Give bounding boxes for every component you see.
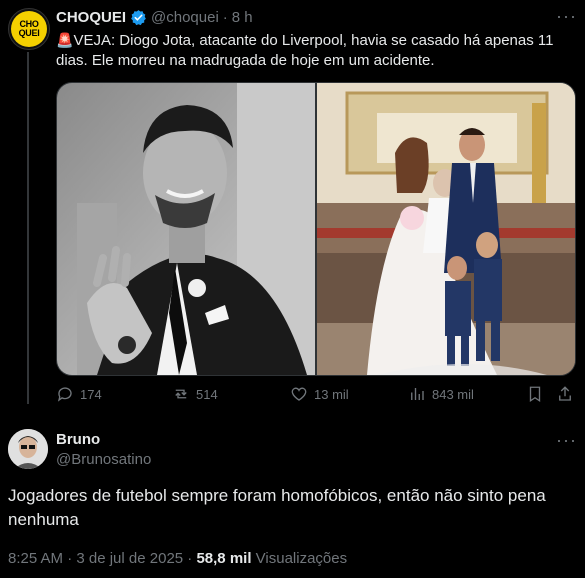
bookmark-icon [529,386,541,403]
like-action[interactable]: 13 mil [290,385,349,403]
reply-timestamp[interactable]: 8:25 AM · 3 de jul de 2025 · [8,550,196,567]
wedding-illustration [317,83,575,375]
repost-icon [175,389,187,399]
thread-connector-line [27,52,29,404]
reply-icon [57,387,72,402]
tweet-time[interactable]: 8 h [232,9,253,26]
reply-count: 174 [80,386,102,402]
reply-author-handle[interactable]: @Brunosatino [56,451,151,468]
like-count: 13 mil [314,386,349,402]
views-action[interactable]: 843 mil [408,385,474,403]
tweet-text: 🚨VEJA: Diogo Jota, atacante do Liverpool… [56,30,566,71]
tweet-body: VEJA: Diogo Jota, atacante do Liverpool,… [56,32,554,69]
reply-views-count: 58,8 mil [196,550,252,567]
reply-action[interactable]: 174 [56,385,102,403]
photo-portrait-bw[interactable] [57,83,315,375]
repost-count: 514 [196,386,218,402]
share-icon [559,386,571,401]
reply-text: Jogadores de futebol sempre foram homofó… [8,486,546,529]
tweet-header: CHOQUEI @choquei · 8 h [56,9,253,26]
reply-views-label: Visualizações [251,550,348,567]
avatar-choquei[interactable]: CHO QUEI [8,8,50,50]
more-icon[interactable]: ··· [556,6,577,27]
choquei-logo: CHO QUEI [11,11,47,47]
bookmark-action[interactable] [526,385,544,403]
like-icon [291,387,307,401]
tweet-actions: 174 514 13 mil 843 mil [56,385,574,407]
reply-footer: 8:25 AM · 3 de jul de 2025 · 58,8 mil Vi… [8,550,347,567]
header-separator: · [222,9,228,26]
share-action[interactable] [556,385,574,403]
reply-author-name[interactable]: Bruno [56,431,100,449]
photo-wedding-family[interactable] [317,83,575,375]
author-handle[interactable]: @choquei [151,9,219,26]
siren-emoji-icon: 🚨 [56,32,74,48]
verified-badge-icon [131,10,146,26]
views-icon [411,388,424,400]
portrait-illustration [57,83,315,375]
author-name[interactable]: CHOQUEI [56,9,126,26]
repost-action[interactable]: 514 [172,385,218,403]
tweet-media[interactable] [56,82,576,376]
avatar-bruno[interactable] [8,429,48,469]
reply-more-icon[interactable]: ··· [556,430,577,451]
bruno-avatar-illustration [8,429,48,469]
views-count: 843 mil [432,386,474,402]
